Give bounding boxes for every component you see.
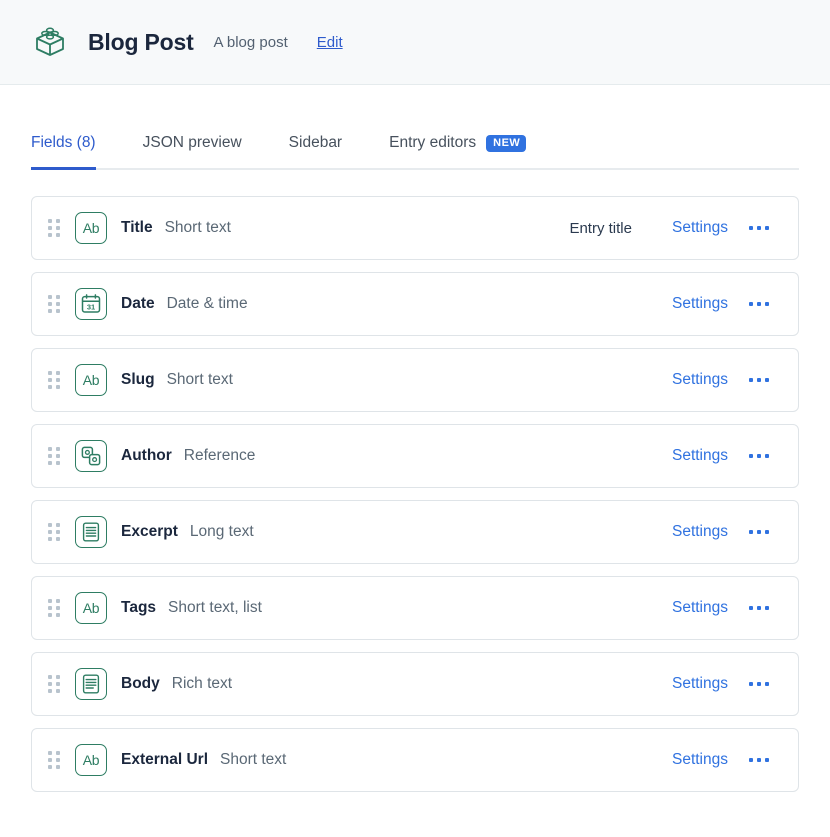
field-type: Short text <box>220 751 287 768</box>
short-text-icon-label: Ab <box>82 372 100 388</box>
field-name: Tags <box>121 599 157 616</box>
more-options-icon[interactable] <box>742 746 776 774</box>
drag-handle-icon[interactable] <box>46 445 62 467</box>
table-row[interactable]: Ab Title Short text Entry title Settings <box>31 196 799 260</box>
field-type: Date & time <box>166 295 248 312</box>
more-options-icon[interactable] <box>742 670 776 698</box>
content-type-description: A blog post <box>213 33 288 51</box>
field-name: Title <box>121 219 153 236</box>
drag-handle-icon[interactable] <box>46 597 62 619</box>
table-row[interactable]: Author Reference Settings <box>31 424 799 488</box>
field-type: Short text, list <box>168 599 262 616</box>
settings-link[interactable]: Settings <box>672 219 728 237</box>
short-text-icon: Ab <box>75 212 107 244</box>
field-name: Date <box>121 295 155 312</box>
field-type: Short text <box>164 219 231 236</box>
content-type-brick-icon <box>30 22 70 62</box>
drag-handle-icon[interactable] <box>46 293 62 315</box>
settings-link[interactable]: Settings <box>672 675 728 693</box>
svg-text:31: 31 <box>87 302 95 311</box>
tab-json-preview-label: JSON preview <box>142 134 242 151</box>
tabs-container: Fields (8) JSON preview Sidebar Entry ed… <box>0 128 830 170</box>
rich-text-icon <box>75 668 107 700</box>
fields-list: Ab Title Short text Entry title Settings… <box>0 170 830 792</box>
status-badge: Entry title <box>569 219 632 237</box>
edit-link[interactable]: Edit <box>317 34 343 51</box>
drag-handle-icon[interactable] <box>46 369 62 391</box>
short-text-icon: Ab <box>75 364 107 396</box>
field-type: Short text <box>166 371 233 388</box>
table-row[interactable]: Ab External Url Short text Settings <box>31 728 799 792</box>
field-name: Slug <box>121 371 155 388</box>
tab-fields[interactable]: Fields (8) <box>31 128 96 170</box>
short-text-icon: Ab <box>75 744 107 776</box>
settings-link[interactable]: Settings <box>672 523 728 541</box>
settings-link[interactable]: Settings <box>672 371 728 389</box>
settings-link[interactable]: Settings <box>672 599 728 617</box>
reference-icon <box>75 440 107 472</box>
more-options-icon[interactable] <box>742 594 776 622</box>
table-row[interactable]: Excerpt Long text Settings <box>31 500 799 564</box>
settings-link[interactable]: Settings <box>672 447 728 465</box>
long-text-icon <box>75 516 107 548</box>
field-type: Rich text <box>171 675 233 692</box>
field-name: Excerpt <box>121 523 178 540</box>
drag-handle-icon[interactable] <box>46 749 62 771</box>
table-row[interactable]: Ab Slug Short text Settings <box>31 348 799 412</box>
short-text-icon-label: Ab <box>82 600 100 616</box>
field-name: Author <box>121 447 172 464</box>
tab-json-preview[interactable]: JSON preview <box>143 128 242 168</box>
settings-link[interactable]: Settings <box>672 295 728 313</box>
field-name: Body <box>121 675 160 692</box>
tab-fields-label: Fields (8) <box>31 134 96 151</box>
more-options-icon[interactable] <box>742 290 776 318</box>
table-row[interactable]: 31 Date Date & time Settings <box>31 272 799 336</box>
more-options-icon[interactable] <box>742 214 776 242</box>
drag-handle-icon[interactable] <box>46 217 62 239</box>
tab-entry-editors[interactable]: Entry editors NEW <box>389 128 527 168</box>
field-type: Reference <box>183 447 256 464</box>
new-badge: NEW <box>486 134 527 152</box>
settings-link[interactable]: Settings <box>672 751 728 769</box>
drag-handle-icon[interactable] <box>46 673 62 695</box>
drag-handle-icon[interactable] <box>46 521 62 543</box>
field-type: Long text <box>189 523 254 540</box>
table-row[interactable]: Ab Tags Short text, list Settings <box>31 576 799 640</box>
short-text-icon: Ab <box>75 592 107 624</box>
tab-entry-editors-label: Entry editors <box>389 134 477 151</box>
short-text-icon-label: Ab <box>82 752 100 768</box>
tab-sidebar-label: Sidebar <box>288 134 343 151</box>
more-options-icon[interactable] <box>742 518 776 546</box>
tab-bar: Fields (8) JSON preview Sidebar Entry ed… <box>31 128 799 170</box>
short-text-icon-label: Ab <box>82 220 100 236</box>
field-name: External Url <box>121 751 209 768</box>
more-options-icon[interactable] <box>742 366 776 394</box>
table-row[interactable]: Body Rich text Settings <box>31 652 799 716</box>
page-title: Blog Post <box>88 28 194 55</box>
app-header: Blog Post A blog post Edit <box>0 0 830 85</box>
more-options-icon[interactable] <box>742 442 776 470</box>
calendar-icon: 31 <box>75 288 107 320</box>
tab-sidebar[interactable]: Sidebar <box>289 128 342 168</box>
